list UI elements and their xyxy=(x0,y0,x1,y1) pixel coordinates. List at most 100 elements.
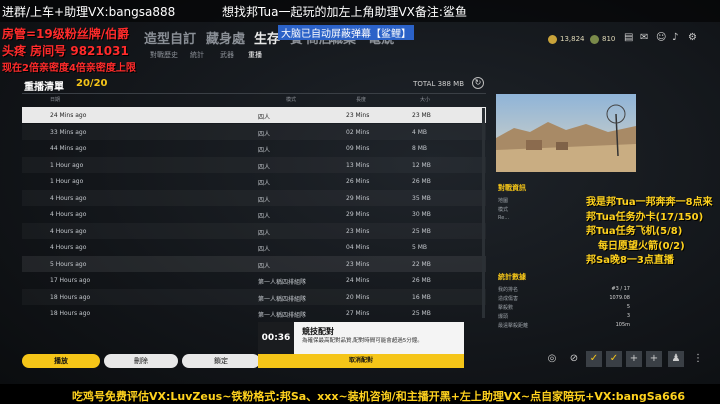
info-label: 我的排名 xyxy=(498,287,519,293)
replay-size: 5 MB xyxy=(412,244,428,251)
replay-row[interactable]: 44 Mins ago 四人 09 Mins 8 MB xyxy=(22,140,486,156)
replay-size: 8 MB xyxy=(412,145,428,152)
replay-mode: 第一人稱四排組隊 xyxy=(258,279,307,286)
settings-gear-icon[interactable]: ⚙ xyxy=(688,32,697,43)
add-member-icon[interactable]: + xyxy=(626,351,642,367)
notification-icon[interactable]: ♪ xyxy=(672,32,678,43)
info-row: 我的排名 #3 / 17 xyxy=(498,286,630,294)
replay-size: 22 MB xyxy=(412,260,431,268)
info-label: 模式 xyxy=(498,207,509,213)
matchmaking-title: 競技配對 xyxy=(302,327,334,336)
tab-hideout[interactable]: 藏身處 xyxy=(206,28,245,47)
replay-date: 44 Mins ago xyxy=(50,145,87,152)
replay-row[interactable]: 18 Hours ago 第一人稱四排組隊 27 Mins 25 MB xyxy=(22,305,486,321)
replay-row[interactable]: 33 Mins ago 四人 02 Mins 4 MB xyxy=(22,124,486,140)
info-value: 5 xyxy=(626,304,630,310)
replay-mode: 四人 xyxy=(258,114,271,121)
replay-row[interactable]: 24 Mins ago 四人 23 Mins 23 MB xyxy=(22,107,486,123)
replay-mode: 第一人稱四排組隊 xyxy=(258,295,307,303)
stats-title: 統計數據 xyxy=(498,273,526,281)
replay-date: 4 Hours ago xyxy=(50,194,87,202)
store-icon[interactable]: ▤ xyxy=(624,32,633,43)
play-button[interactable]: 播放 xyxy=(22,354,100,368)
g-currency: 810 xyxy=(590,33,615,45)
info-label: 最遠擊殺距離 xyxy=(498,323,529,329)
overlay-top-bar: 进群/上车+助理VX:bangsa888 想找邦Tua一起玩的加左上角助理VX备… xyxy=(0,0,720,22)
replay-row[interactable]: 4 Hours ago 四人 04 Mins 5 MB xyxy=(22,239,486,255)
replay-length: 04 Mins xyxy=(346,244,370,251)
add-member-icon-2[interactable]: + xyxy=(646,351,662,367)
info-row: 擊殺數 5 xyxy=(498,304,630,312)
replay-row[interactable]: 1 Hour ago 四人 13 Mins 12 MB xyxy=(22,157,486,173)
matchmaking-popup: 00:36 競技配對 為確保最高配對品質,配對時間可能會超過5分鐘。 取消配對 xyxy=(258,322,464,368)
replay-length: 02 Mins xyxy=(346,128,370,136)
overlay-top-right: 想找邦Tua一起玩的加左上角助理VX备注:鲨鱼 xyxy=(222,5,467,19)
ready-check-icon[interactable]: ✓ xyxy=(586,351,602,367)
replay-date: 1 Hour ago xyxy=(50,178,84,185)
replay-mode: 四人 xyxy=(258,196,271,204)
replay-size: 26 MB xyxy=(412,277,431,284)
replay-row[interactable]: 4 Hours ago 四人 29 Mins 30 MB xyxy=(22,206,486,222)
mail-icon[interactable]: ✉ xyxy=(640,32,648,43)
tab-career-fragment[interactable]: 生存 xyxy=(254,28,280,47)
matchmaking-description: 為確保最高配對品質,配對時間可能會超過5分鐘。 xyxy=(302,338,423,344)
overlay-right-5: 邦Sa晚8一3点直播 xyxy=(586,255,674,266)
replay-mode: 第一人稱四排組隊 xyxy=(258,312,307,319)
info-label: 爆頭 xyxy=(498,314,509,320)
replay-size: 4 MB xyxy=(412,128,428,136)
replay-size: 26 MB xyxy=(412,178,431,185)
subtab-match-history[interactable]: 對戰歷史 xyxy=(150,50,178,60)
subtab-weapons[interactable]: 武器 xyxy=(220,50,234,60)
replay-size: 25 MB xyxy=(412,227,431,235)
matchmaking-timer: 00:36 xyxy=(258,322,294,354)
info-value: #3 / 17 xyxy=(611,286,630,292)
match-info-title: 對戰資訊 xyxy=(498,184,526,192)
replay-total-size: TOTAL 388 MB xyxy=(413,80,464,88)
info-row: 最遠擊殺距離 105m xyxy=(498,322,630,330)
subtab-stats[interactable]: 統計 xyxy=(190,50,204,60)
cancel-matchmaking-button[interactable]: 取消配對 xyxy=(258,354,464,368)
replay-size: 12 MB xyxy=(412,161,431,169)
column-mode[interactable]: 模式 xyxy=(286,96,296,106)
replay-mode: 四人 xyxy=(258,180,271,187)
subtab-replays[interactable]: 重播 xyxy=(248,50,262,60)
overlay-line3: 头疼 房间号 9821031 xyxy=(2,44,129,58)
overlay-top-left: 进群/上车+助理VX:bangsa888 xyxy=(2,5,176,19)
replay-scrollbar[interactable] xyxy=(482,108,485,318)
overlay-right-1: 我是邦Tua一邦奔奔一8点来 xyxy=(586,197,713,208)
ready-check-icon-2[interactable]: ✓ xyxy=(606,351,622,367)
replay-date: 17 Hours ago xyxy=(50,277,91,284)
replay-size: 25 MB xyxy=(412,310,431,317)
replay-row[interactable]: 4 Hours ago 四人 29 Mins 35 MB xyxy=(22,190,486,206)
replay-panel: 重播清單 20/20 TOTAL 388 MB ↻ 日期 模式 長度 大小 24… xyxy=(22,74,486,324)
replay-mode: 四人 xyxy=(258,213,271,220)
map-thumbnail xyxy=(496,94,636,172)
replay-date: 5 Hours ago xyxy=(50,260,87,268)
replay-length: 23 Mins xyxy=(346,227,370,235)
replay-date: 4 Hours ago xyxy=(50,227,87,235)
overlay-right-4: 每日愿望火箭(0/2) xyxy=(598,241,685,252)
grenade-icon[interactable]: ◎ xyxy=(544,351,560,367)
tab-customize[interactable]: 造型自訂 xyxy=(144,28,196,47)
replay-row[interactable]: 18 Hours ago 第一人稱四排組隊 20 Mins 16 MB xyxy=(22,289,486,305)
info-value: 3 xyxy=(626,313,630,319)
lock-button[interactable]: 鎖定 xyxy=(182,354,260,368)
replay-row[interactable]: 4 Hours ago 四人 23 Mins 25 MB xyxy=(22,223,486,239)
overlay-right-3: 邦Tua任务飞机(5/8) xyxy=(586,226,683,237)
column-length[interactable]: 長度 xyxy=(356,96,366,106)
friends-icon[interactable]: ☺ xyxy=(656,32,666,43)
refresh-icon[interactable]: ↻ xyxy=(472,77,484,89)
team-icon[interactable]: ♟ xyxy=(668,351,684,367)
replay-row[interactable]: 5 Hours ago 四人 23 Mins 22 MB xyxy=(22,255,486,272)
no-entry-icon[interactable]: ⊘ xyxy=(566,351,582,367)
replay-length: 26 Mins xyxy=(346,178,370,185)
overlay-bottom-text: 吃鸡号免费评估VX:LuvZeus~铁粉格式:邦Sa、xxx~装机咨询/和主播开… xyxy=(72,390,686,403)
delete-button[interactable]: 刪除 xyxy=(104,354,178,368)
column-size[interactable]: 大小 xyxy=(420,96,430,106)
replay-date: 1 Hour ago xyxy=(50,161,84,169)
column-date[interactable]: 日期 xyxy=(50,96,60,106)
replay-row[interactable]: 1 Hour ago 四人 26 Mins 26 MB xyxy=(22,173,486,189)
replay-length: 29 Mins xyxy=(346,194,370,202)
replay-row[interactable]: 17 Hours ago 第一人稱四排組隊 24 Mins 26 MB xyxy=(22,272,486,288)
more-options-icon[interactable]: ⋮ xyxy=(690,351,706,367)
